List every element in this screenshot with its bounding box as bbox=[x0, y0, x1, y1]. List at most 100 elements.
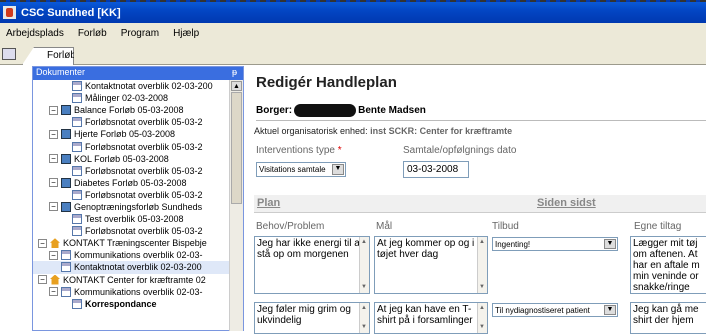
document-icon bbox=[72, 226, 82, 237]
tree-item[interactable]: − Kommunikations overblik 02-03- bbox=[33, 249, 243, 261]
tree-item[interactable]: Test overblik 05-03-2008 bbox=[33, 213, 243, 225]
borger-row: Borger: Bente Madsen bbox=[256, 101, 706, 121]
tree-item[interactable]: Forløbsnotat overblik 05-03-2 bbox=[33, 140, 243, 152]
folder-icon bbox=[61, 153, 71, 164]
tree-item[interactable]: − Diabetes Forløb 05-03-2008 bbox=[33, 177, 243, 189]
col-behov: Behov/Problem bbox=[256, 221, 325, 232]
document-tree: Kontaktnotat overblik 02-03-200 Målinger … bbox=[33, 80, 243, 331]
panel-header: Dokumenter ᵽ bbox=[33, 67, 243, 80]
house-icon bbox=[50, 238, 60, 249]
tree-item[interactable]: Kontaktnotat overblik 02-03-200 bbox=[33, 261, 243, 274]
tree-item-label: Korrespondance bbox=[85, 298, 157, 309]
col-egne: Egne tiltag bbox=[634, 221, 682, 232]
tree-item[interactable]: − KONTAKT Træningscenter Bispebje bbox=[33, 237, 243, 249]
tilbud-select-1[interactable]: Ingenting! ▼ bbox=[492, 237, 618, 251]
maal-field-2[interactable]: At jeg kan have en T-shirt på i forsamli… bbox=[374, 302, 488, 334]
intervention-select[interactable]: Visitations samtale ▼ bbox=[256, 162, 346, 177]
tree-item-label: Forløbsnotat overblik 05-03-2 bbox=[85, 226, 203, 237]
maal-field-1[interactable]: At jeg kommer op og i tøjet hver dag bbox=[374, 236, 488, 294]
menu-program[interactable]: Program bbox=[121, 28, 159, 39]
tree-item[interactable]: − KOL Forløb 05-03-2008 bbox=[33, 153, 243, 165]
tree-item[interactable]: Forløbsnotat overblik 05-03-2 bbox=[33, 116, 243, 128]
collapse-icon[interactable]: − bbox=[49, 154, 58, 164]
folder-icon bbox=[61, 201, 71, 212]
tree-item[interactable]: − Hjerte Forløb 05-03-2008 bbox=[33, 128, 243, 140]
scroll-thumb[interactable] bbox=[231, 92, 242, 204]
collapse-icon[interactable]: − bbox=[49, 287, 58, 297]
tree-item-label: Kontaktnotat overblik 02-03-200 bbox=[74, 262, 202, 273]
tree-item-label: KOL Forløb 05-03-2008 bbox=[74, 153, 169, 164]
tree-item-label: Hjerte Forløb 05-03-2008 bbox=[74, 129, 176, 140]
menu-arbejdsplads[interactable]: Arbejdsplads bbox=[6, 28, 64, 39]
tree-item[interactable]: − Genoptræningsforløb Sundheds bbox=[33, 201, 243, 213]
document-icon bbox=[72, 165, 82, 176]
tab-forloeb[interactable]: Forløb bbox=[22, 47, 74, 65]
navigator-icon[interactable] bbox=[2, 48, 16, 60]
collapse-icon[interactable]: − bbox=[49, 202, 58, 212]
tree-item-label: Kontaktnotat overblik 02-03-200 bbox=[85, 81, 213, 92]
tab-siden-sidst[interactable]: Siden sidst bbox=[537, 197, 596, 209]
followup-date-input[interactable]: 03-03-2008 bbox=[403, 161, 469, 178]
document-icon bbox=[72, 117, 82, 128]
tree-scrollbar[interactable]: ▲ bbox=[229, 80, 243, 331]
egne-field-1[interactable]: Lægger mit tøj om aftenen. At har en aft… bbox=[630, 236, 706, 294]
document-icon bbox=[61, 262, 71, 273]
chevron-down-icon[interactable]: ▼ bbox=[604, 305, 616, 315]
collapse-icon[interactable]: − bbox=[38, 275, 47, 285]
tree-item-label: Forløbsnotat overblik 05-03-2 bbox=[85, 117, 203, 128]
tab-row: Forløb bbox=[0, 43, 706, 65]
document-icon bbox=[61, 286, 71, 297]
tree-item[interactable]: Forløbsnotat overblik 05-03-2 bbox=[33, 165, 243, 177]
tree-item[interactable]: Forløbsnotat overblik 05-03-2 bbox=[33, 189, 243, 201]
tree-item-label: Test overblik 05-03-2008 bbox=[85, 214, 184, 225]
document-icon bbox=[72, 189, 82, 200]
behov-field-1[interactable]: Jeg har ikke energi til at stå op om mor… bbox=[254, 236, 370, 294]
document-icon bbox=[72, 214, 82, 225]
tree-item-label: Kommunikations overblik 02-03- bbox=[74, 250, 203, 261]
tree-item[interactable]: − Kommunikations overblik 02-03- bbox=[33, 286, 243, 298]
tree-item-label: Forløbsnotat overblik 05-03-2 bbox=[85, 189, 203, 200]
tree-item[interactable]: − KONTAKT Center for kræftramte 02 bbox=[33, 274, 243, 286]
behov-field-2[interactable]: Jeg føler mig grim og ukvindelig bbox=[254, 302, 370, 334]
main-form: Redigér Handleplan Borger: Bente Madsen … bbox=[248, 66, 706, 334]
tree-item-label: KONTAKT Center for kræftramte 02 bbox=[63, 274, 206, 285]
tree-item[interactable]: Kontaktnotat overblik 02-03-200 bbox=[33, 80, 243, 92]
tree-item[interactable]: Korrespondance bbox=[33, 298, 243, 310]
egne-field-2[interactable]: Jeg kan gå me shirt der hjem bbox=[630, 302, 706, 334]
document-icon bbox=[61, 250, 71, 261]
tree-item-label: KONTAKT Træningscenter Bispebje bbox=[63, 238, 207, 249]
tree-item[interactable]: − Balance Forløb 05-03-2008 bbox=[33, 104, 243, 116]
app-logo-icon bbox=[3, 6, 16, 19]
tree-item-label: Kommunikations overblik 02-03- bbox=[74, 286, 203, 297]
document-icon bbox=[72, 81, 82, 92]
collapse-icon[interactable]: − bbox=[49, 178, 58, 188]
tree-item-label: Diabetes Forløb 05-03-2008 bbox=[74, 177, 187, 188]
chevron-down-icon[interactable]: ▼ bbox=[332, 164, 344, 175]
chevron-down-icon[interactable]: ▼ bbox=[604, 239, 616, 249]
collapse-icon[interactable]: − bbox=[49, 250, 58, 260]
tree-item[interactable]: Forløbsnotat overblik 05-03-2 bbox=[33, 225, 243, 237]
tree-item-label: Balance Forløb 05-03-2008 bbox=[74, 105, 184, 116]
menu-forloeb[interactable]: Forløb bbox=[78, 28, 107, 39]
pin-icon[interactable]: ᵽ bbox=[232, 67, 237, 80]
tree-item-label: Forløbsnotat overblik 05-03-2 bbox=[85, 141, 203, 152]
tree-item[interactable]: Målinger 02-03-2008 bbox=[33, 92, 243, 104]
followup-label: Samtale/opfølgnings dato bbox=[403, 145, 517, 156]
window-title: CSC Sundhed [KK] bbox=[21, 6, 121, 19]
redacted-cpr bbox=[294, 104, 357, 117]
collapse-icon[interactable]: − bbox=[38, 238, 47, 248]
col-maal: Mål bbox=[376, 221, 393, 232]
tree-item-label: Målinger 02-03-2008 bbox=[85, 93, 169, 104]
collapse-icon[interactable]: − bbox=[49, 129, 58, 139]
scroll-up-icon[interactable]: ▲ bbox=[231, 81, 242, 91]
house-icon bbox=[50, 274, 60, 285]
document-icon bbox=[72, 141, 82, 152]
folder-icon bbox=[61, 105, 71, 116]
collapse-icon[interactable]: − bbox=[49, 105, 58, 115]
panel-title: Dokumenter bbox=[36, 67, 86, 77]
org-value: inst SCKR: Center for kræftramte bbox=[370, 126, 513, 136]
tab-plan[interactable]: Plan bbox=[257, 197, 280, 209]
menu-hjaelp[interactable]: Hjælp bbox=[173, 28, 199, 39]
tilbud-select-2[interactable]: Til nydiagnostiseret patient ▼ bbox=[492, 303, 618, 317]
borger-label: Borger: bbox=[256, 105, 293, 116]
